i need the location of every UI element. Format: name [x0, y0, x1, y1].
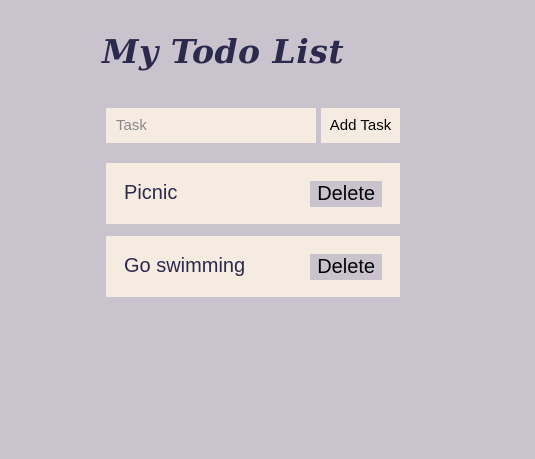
- todo-text: Go swimming: [124, 255, 246, 277]
- add-task-form: Add Task: [106, 108, 400, 143]
- page-title: My Todo List: [102, 32, 345, 71]
- todo-list: Picnic Delete Go swimming Delete: [106, 163, 400, 309]
- todo-text: Picnic: [124, 182, 178, 204]
- add-task-button[interactable]: Add Task: [321, 108, 400, 143]
- task-input[interactable]: [106, 108, 316, 143]
- delete-button[interactable]: Delete: [310, 181, 382, 207]
- todo-item: Picnic Delete: [106, 163, 400, 224]
- delete-button[interactable]: Delete: [310, 254, 382, 280]
- todo-item: Go swimming Delete: [106, 236, 400, 297]
